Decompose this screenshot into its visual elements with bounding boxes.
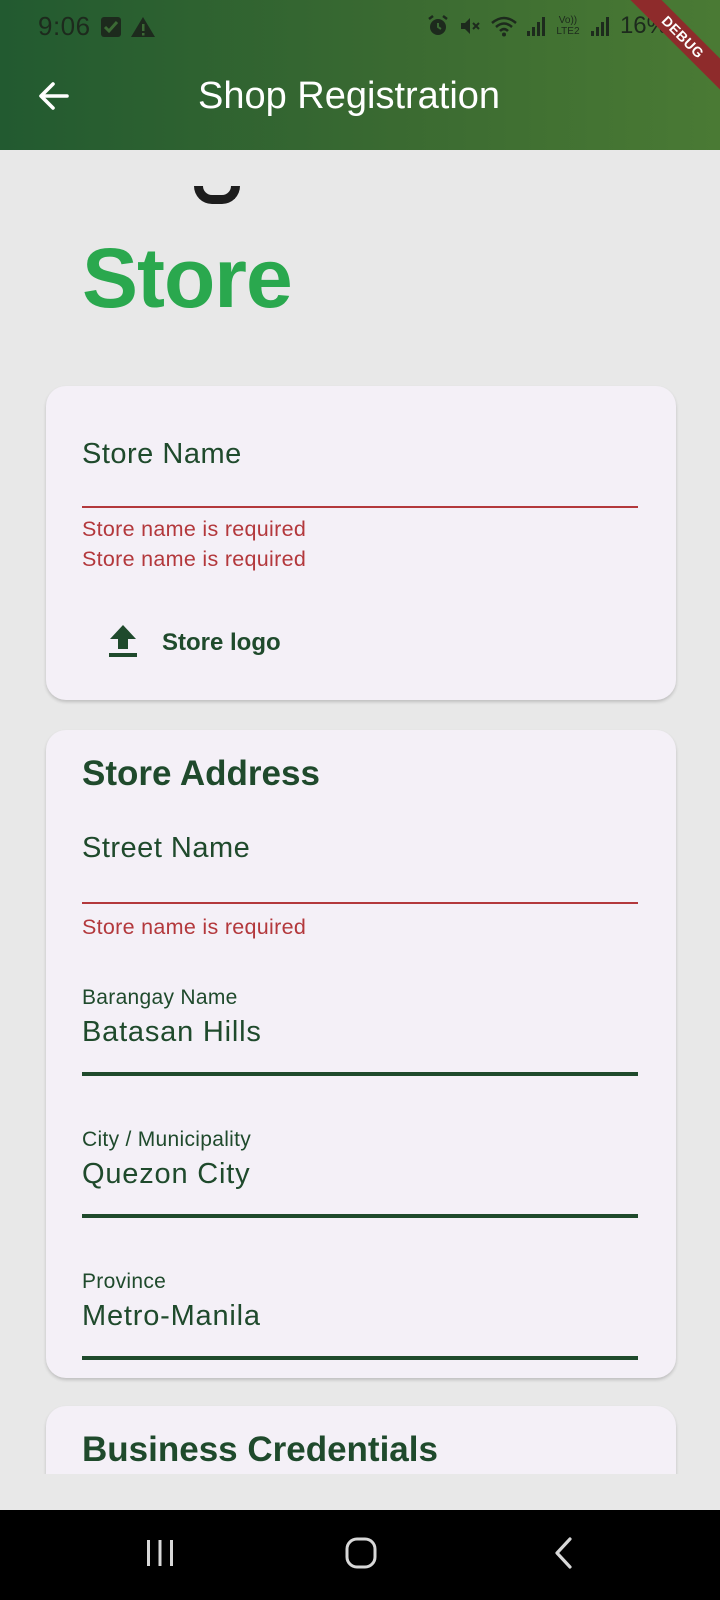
province-field[interactable]: Province Metro-Manila bbox=[82, 1270, 638, 1362]
check-square-icon bbox=[100, 14, 122, 45]
home-button[interactable] bbox=[331, 1530, 391, 1580]
barangay-field[interactable]: Barangay Name Batasan Hills bbox=[82, 986, 638, 1078]
street-name-field[interactable]: Street Name bbox=[82, 832, 638, 904]
recent-apps-icon bbox=[143, 1537, 177, 1574]
alarm-icon bbox=[426, 14, 450, 38]
barangay-underline bbox=[82, 1072, 638, 1076]
warning-icon bbox=[130, 14, 156, 45]
store-address-title: Store Address bbox=[82, 754, 320, 793]
signal-icon bbox=[590, 15, 610, 37]
mute-icon bbox=[458, 14, 482, 38]
barangay-value: Batasan Hills bbox=[82, 1016, 262, 1048]
store-address-card: Store Address Street Name Store name is … bbox=[46, 730, 676, 1378]
store-logo-button[interactable]: Store logo bbox=[106, 616, 281, 670]
form-scroll-area[interactable]: Store Store Name Store name is required … bbox=[0, 150, 720, 1474]
city-field[interactable]: City / Municipality Quezon City bbox=[82, 1128, 638, 1220]
province-underline bbox=[82, 1356, 638, 1360]
hero-partial-heading bbox=[194, 186, 240, 204]
status-time: 9:06 bbox=[38, 11, 91, 41]
recent-apps-button[interactable] bbox=[130, 1530, 190, 1580]
business-credentials-card: Business Credentials bbox=[46, 1406, 676, 1474]
system-nav-bar bbox=[0, 1510, 720, 1600]
nav-back-button[interactable] bbox=[534, 1530, 594, 1580]
city-value: Quezon City bbox=[82, 1158, 251, 1190]
status-bar: 9:06 Vo)) LTE2 16% bbox=[0, 0, 720, 52]
error-text: Store name is required bbox=[82, 915, 307, 939]
store-logo-label: Store logo bbox=[162, 629, 281, 656]
city-label: City / Municipality bbox=[82, 1128, 252, 1151]
network-label: Vo)) LTE2 bbox=[556, 15, 580, 37]
business-credentials-title: Business Credentials bbox=[82, 1430, 438, 1469]
province-label: Province bbox=[82, 1270, 167, 1293]
upload-icon bbox=[106, 623, 140, 664]
back-icon bbox=[549, 1535, 579, 1576]
store-name-errors: Store name is required Store name is req… bbox=[82, 514, 638, 574]
store-info-card: Store Name Store name is required Store … bbox=[46, 386, 676, 700]
wifi-icon bbox=[490, 14, 518, 38]
store-name-underline bbox=[82, 506, 638, 508]
store-name-field[interactable]: Store Name bbox=[82, 438, 638, 508]
arrow-left-icon bbox=[37, 79, 71, 118]
street-name-label: Street Name bbox=[82, 832, 251, 864]
street-name-underline bbox=[82, 902, 638, 904]
app-header: 9:06 Vo)) LTE2 16% DEBUG Shop Registrati… bbox=[0, 0, 720, 150]
app-bar: Shop Registration bbox=[0, 52, 720, 150]
province-value: Metro-Manila bbox=[82, 1300, 261, 1332]
store-name-label: Store Name bbox=[82, 438, 242, 470]
city-underline bbox=[82, 1214, 638, 1218]
status-left-icons bbox=[100, 14, 156, 45]
home-icon bbox=[343, 1535, 379, 1576]
signal-icon bbox=[526, 15, 546, 37]
hero-title: Store bbox=[82, 231, 293, 325]
page-title: Shop Registration bbox=[198, 75, 501, 117]
street-name-error: Store name is required bbox=[82, 912, 638, 942]
status-right-icons: Vo)) LTE2 16% bbox=[426, 12, 668, 40]
error-text: Store name is required bbox=[82, 517, 307, 541]
back-button[interactable] bbox=[28, 72, 80, 124]
barangay-label: Barangay Name bbox=[82, 986, 238, 1009]
error-text: Store name is required bbox=[82, 547, 307, 571]
